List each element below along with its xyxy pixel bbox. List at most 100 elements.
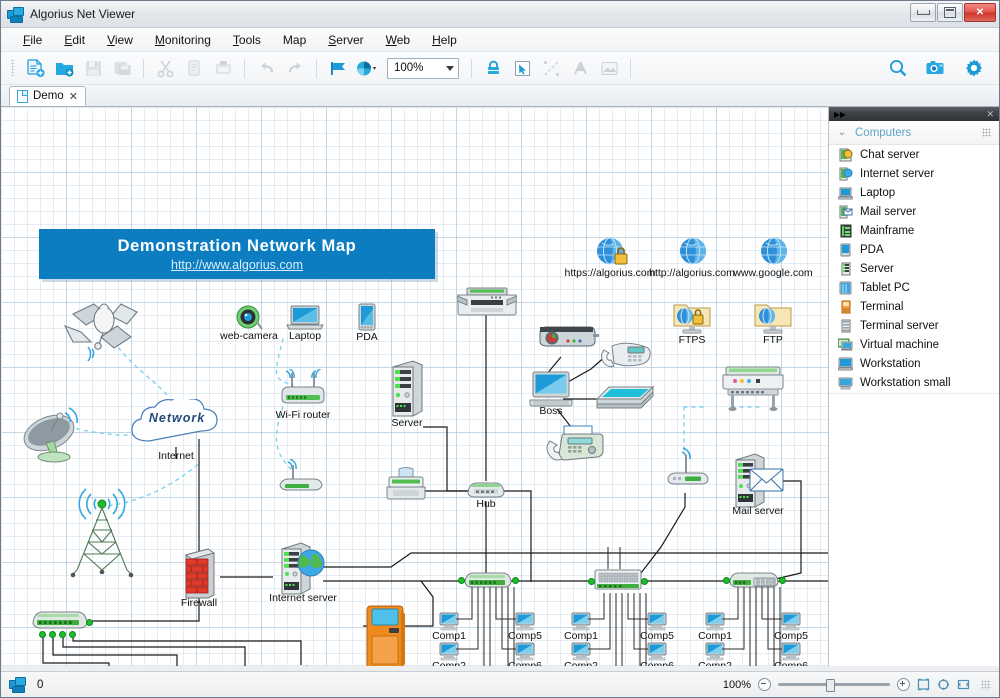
- map-node-firewall[interactable]: Firewall: [182, 547, 216, 602]
- map-node-web-camera[interactable]: web-camera: [235, 305, 263, 334]
- screenshot-camera-icon[interactable]: [923, 56, 949, 80]
- map-node-computer[interactable]: Comp1: [704, 612, 726, 634]
- map-node-internet-server[interactable]: Internet server: [278, 541, 328, 598]
- map-node-computer[interactable]: Comp6: [514, 642, 536, 664]
- grid-view-icon[interactable]: [982, 128, 991, 137]
- map-node-computer[interactable]: Comp5: [514, 612, 536, 634]
- lock-icon[interactable]: [480, 56, 506, 80]
- menu-web[interactable]: Web: [376, 30, 420, 50]
- map-node-switch-left[interactable]: [29, 607, 91, 636]
- banner-link[interactable]: http://www.algorius.com: [171, 258, 303, 272]
- map-node-scanner[interactable]: [595, 385, 655, 414]
- sidebar-item-workstation-small[interactable]: Workstation small: [829, 373, 999, 392]
- map-node-computer[interactable]: Comp6: [646, 642, 668, 664]
- map-node-fax[interactable]: [542, 425, 608, 466]
- zoom-slider-thumb[interactable]: [826, 679, 835, 692]
- map-node-mfp-printer[interactable]: [457, 287, 517, 322]
- menu-monitoring[interactable]: Monitoring: [145, 30, 221, 50]
- map-node-plotter[interactable]: [720, 365, 786, 414]
- map-node-printer[interactable]: [383, 467, 429, 508]
- map-node-mainframe[interactable]: Mainframe: [273, 664, 327, 666]
- menu-help[interactable]: Help: [422, 30, 467, 50]
- map-node-computer[interactable]: Comp2: [438, 642, 460, 664]
- menu-file[interactable]: File: [13, 30, 52, 50]
- sidebar-group-computers[interactable]: ⌄Computers: [829, 121, 999, 145]
- settings-gear-icon[interactable]: [961, 56, 987, 80]
- sidebar-item-pda[interactable]: PDA: [829, 240, 999, 259]
- map-node-ftps[interactable]: FTPS: [672, 299, 712, 338]
- map-node-google[interactable]: www.google.com: [759, 237, 789, 270]
- map-node-wifi-router-2[interactable]: [276, 459, 326, 500]
- map-node-computer[interactable]: Comp2: [570, 642, 592, 664]
- search-icon[interactable]: [885, 56, 911, 80]
- toolbar-grip[interactable]: [11, 59, 15, 77]
- fit-width-icon[interactable]: [957, 678, 970, 691]
- menu-edit[interactable]: Edit: [54, 30, 95, 50]
- map-node-boss-workstation[interactable]: Boss: [529, 371, 573, 410]
- sidebar-item-server[interactable]: Server: [829, 259, 999, 278]
- map-node-pda[interactable]: PDA: [356, 303, 378, 336]
- map-node-computer[interactable]: Comp6: [780, 642, 802, 664]
- sidebar-item-terminal-server[interactable]: Terminal server: [829, 316, 999, 335]
- map-node-wifi-router[interactable]: Wi-Fi router: [276, 369, 330, 414]
- map-node-satellite[interactable]: [59, 292, 154, 365]
- map-node-http-algorius[interactable]: http://algorius.com: [678, 237, 708, 270]
- zoom-combobox[interactable]: 100%: [387, 58, 459, 79]
- actual-size-icon[interactable]: [937, 678, 950, 691]
- map-node-switch-1[interactable]: [462, 569, 514, 594]
- map-node-radio-tower[interactable]: [63, 482, 141, 583]
- map-node-office-phone[interactable]: [598, 340, 652, 373]
- chart-icon[interactable]: [354, 56, 380, 80]
- map-node-satellite-dish[interactable]: [19, 407, 91, 472]
- zoom-out-button[interactable]: [758, 678, 771, 691]
- map-node-computer[interactable]: Comp1: [570, 612, 592, 634]
- tab-demo[interactable]: Demo ✕: [9, 86, 86, 106]
- map-node-mail-server[interactable]: Mail server: [732, 452, 784, 511]
- map-node-projector[interactable]: [538, 323, 600, 354]
- sidebar-item-mainframe[interactable]: Mainframe: [829, 221, 999, 240]
- tab-close-icon[interactable]: ✕: [69, 90, 78, 103]
- menu-tools[interactable]: Tools: [223, 30, 271, 50]
- menu-server[interactable]: Server: [318, 30, 373, 50]
- menu-map[interactable]: Map: [273, 30, 316, 50]
- maximize-button[interactable]: [937, 3, 963, 22]
- map-node-hub[interactable]: Hub: [465, 479, 507, 502]
- window-resize-grip[interactable]: [981, 680, 991, 690]
- map-canvas-container[interactable]: Demonstration Network Map http://www.alg…: [1, 107, 829, 666]
- map-node-https-algorius[interactable]: https://algorius.com: [595, 237, 629, 272]
- map-node-server[interactable]: Server: [389, 359, 425, 422]
- pin-panel-icon[interactable]: ▸▸: [834, 107, 846, 121]
- close-button[interactable]: ✕: [964, 3, 996, 22]
- zoom-in-button[interactable]: [897, 678, 910, 691]
- monitoring-flag-icon[interactable]: [325, 56, 351, 80]
- chevron-down-icon[interactable]: [446, 66, 454, 71]
- select-tool-icon[interactable]: [509, 56, 535, 80]
- fit-page-icon[interactable]: [917, 678, 930, 691]
- map-node-wifi-router-3[interactable]: [664, 447, 712, 496]
- map-node-ftp[interactable]: FTP: [753, 299, 793, 338]
- close-panel-icon[interactable]: ✕: [986, 110, 994, 119]
- open-folder-icon[interactable]: [51, 56, 77, 80]
- menu-view[interactable]: View: [97, 30, 143, 50]
- map-node-laptop[interactable]: Laptop: [286, 305, 324, 334]
- sidebar-item-tablet-pc[interactable]: Tablet PC: [829, 278, 999, 297]
- minimize-button[interactable]: [910, 3, 936, 22]
- chevron-down-icon[interactable]: ⌄: [835, 127, 849, 138]
- map-node-computer[interactable]: Comp5: [780, 612, 802, 634]
- sidebar-item-mail-server[interactable]: Mail server: [829, 202, 999, 221]
- sidebar-item-terminal[interactable]: Terminal: [829, 297, 999, 316]
- sidebar-item-chat-server[interactable]: Chat server: [829, 145, 999, 164]
- map-node-computer[interactable]: Comp1: [438, 612, 460, 634]
- map-node-terminal-cash[interactable]: Terminal Cash in: [365, 604, 407, 666]
- sidebar-item-virtual-machine[interactable]: Virtual machine: [829, 335, 999, 354]
- map-node-switch-2[interactable]: [593, 567, 643, 596]
- map-node-network-cloud[interactable]: Network: [125, 399, 229, 452]
- sidebar-item-workstation[interactable]: Workstation: [829, 354, 999, 373]
- sidebar-item-laptop[interactable]: Laptop: [829, 183, 999, 202]
- zoom-slider[interactable]: [778, 683, 890, 686]
- new-map-icon[interactable]: [22, 56, 48, 80]
- sidebar-item-internet-server[interactable]: Internet server: [829, 164, 999, 183]
- map-node-switch-3[interactable]: [727, 569, 781, 594]
- map-node-computer[interactable]: Comp2: [704, 642, 726, 664]
- map-node-computer[interactable]: Comp5: [646, 612, 668, 634]
